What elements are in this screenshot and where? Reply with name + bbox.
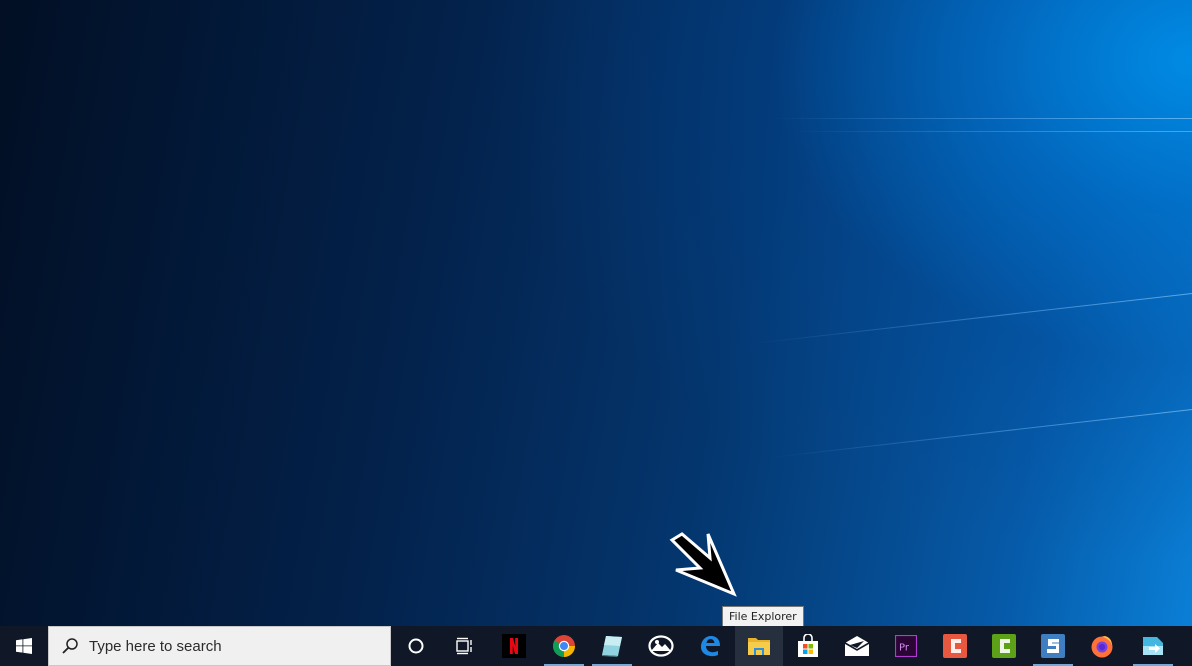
taskbar-app-netflix[interactable] — [490, 626, 538, 666]
task-view-button[interactable] — [440, 626, 488, 666]
taskbar-app-file-explorer[interactable] — [735, 626, 783, 666]
taskbar-app-photos[interactable] — [637, 626, 685, 666]
edge-icon — [701, 636, 720, 657]
taskbar-app-store[interactable] — [784, 626, 832, 666]
taskbar-app-notepad[interactable] — [588, 626, 636, 666]
taskbar-app-chrome[interactable] — [540, 626, 588, 666]
search-placeholder: Type here to search — [89, 637, 222, 655]
wallpaper-light-streak — [754, 293, 1192, 344]
taskbar-app-mail[interactable] — [833, 626, 881, 666]
windows-logo-icon — [16, 638, 32, 654]
wallpaper-light-streak — [772, 118, 1192, 119]
tooltip-file-explorer: File Explorer — [722, 606, 804, 627]
taskbar-app-camtasia-recorder[interactable] — [980, 626, 1028, 666]
photos-icon — [648, 635, 674, 657]
firefox-icon — [1091, 636, 1113, 658]
svg-text:Pr: Pr — [899, 643, 910, 654]
start-button[interactable] — [0, 626, 48, 666]
cortana-button[interactable] — [392, 626, 440, 666]
wallpaper-light-streak — [792, 131, 1192, 132]
annotation-arrow-icon — [669, 532, 737, 597]
taskbar: Type here to search Pr — [0, 626, 1192, 666]
taskbar-app-snagit[interactable] — [1029, 626, 1077, 666]
camtasia-recorder-icon — [992, 634, 1016, 658]
desktop-wallpaper — [0, 0, 1192, 626]
snagit-editor-icon — [1143, 637, 1163, 655]
folder-icon — [748, 638, 770, 655]
mail-icon — [844, 636, 870, 656]
search-box[interactable]: Type here to search — [48, 626, 391, 666]
wallpaper-light-streak — [774, 409, 1192, 458]
taskbar-app-snagit-editor[interactable] — [1129, 626, 1177, 666]
chrome-icon — [553, 635, 575, 657]
camtasia-icon — [943, 634, 967, 658]
taskbar-app-camtasia[interactable] — [931, 626, 979, 666]
taskbar-app-firefox[interactable] — [1078, 626, 1126, 666]
search-icon — [62, 638, 78, 654]
taskbar-app-edge[interactable] — [686, 626, 734, 666]
premiere-icon: Pr — [895, 635, 917, 657]
store-icon — [798, 634, 818, 657]
taskbar-app-premiere[interactable]: Pr — [882, 626, 930, 666]
netflix-icon — [502, 634, 526, 658]
snagit-icon — [1041, 634, 1065, 658]
task-view-icon — [456, 637, 472, 655]
cortana-circle-icon — [408, 638, 424, 654]
notepad-icon — [602, 636, 622, 657]
